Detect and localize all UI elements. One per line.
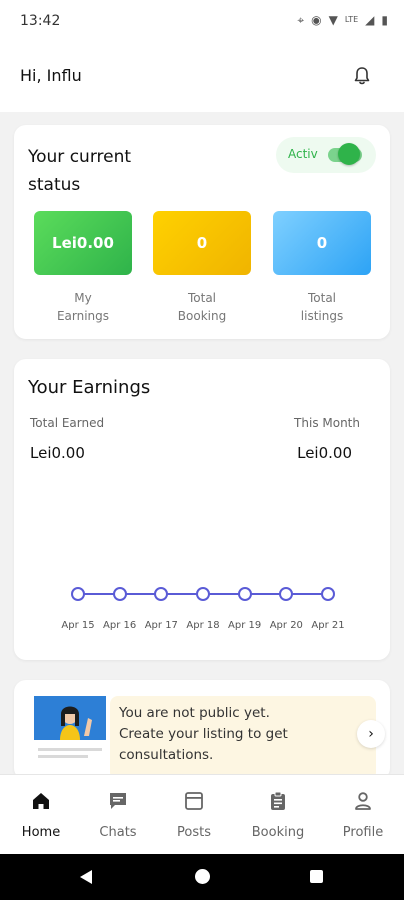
stat-earnings-tile[interactable]: Lei0.00: [34, 211, 132, 275]
this-month-label: This Month: [294, 416, 360, 430]
current-status-card: Your current status Activ Lei0.00 0 0 My…: [14, 125, 390, 339]
chart-tick-label: Apr 17: [144, 620, 178, 631]
booking-icon: [271, 791, 285, 810]
greeting: Hi, Influ: [20, 66, 82, 85]
chart-point: [154, 587, 169, 601]
bell-icon[interactable]: [350, 64, 374, 88]
caption-line: listings: [300, 309, 344, 323]
back-icon[interactable]: [78, 869, 94, 885]
chart-point: [112, 587, 127, 601]
active-toggle[interactable]: Activ: [276, 137, 376, 173]
nav-booking[interactable]: Booking: [243, 789, 313, 840]
status-time: 13:42: [20, 13, 61, 29]
wifi-icon: ▼: [328, 13, 338, 27]
nav-chats[interactable]: Chats: [83, 789, 153, 840]
caption-line: Booking: [177, 309, 227, 323]
promo-line: Create your listing to get: [119, 726, 288, 742]
chart-tick-label: Apr 16: [103, 620, 137, 631]
toggle-knob[interactable]: [338, 143, 360, 165]
stat-listings-tile[interactable]: 0: [273, 211, 371, 275]
profile-icon: [355, 792, 371, 810]
battery-icon: ▮: [381, 13, 388, 27]
eye-icon: ◉: [311, 13, 322, 27]
caption-line: Total: [187, 291, 217, 305]
chart-point: [71, 587, 85, 601]
stat-booking-caption: Total Booking: [153, 289, 251, 325]
chart-tick-label: Apr 19: [228, 620, 262, 631]
network-type: LTE: [344, 15, 359, 24]
promo-card[interactable]: You are not public yet. Create your list…: [14, 680, 390, 780]
signal-icon: ◢: [365, 13, 375, 27]
caption-line: Earnings: [56, 309, 110, 323]
system-nav-bar: [0, 854, 404, 900]
chart-point: [196, 587, 210, 601]
caption-line: My: [74, 291, 92, 305]
stat-earnings-caption: My Earnings: [34, 289, 132, 325]
current-status-title: Your current status: [28, 147, 132, 195]
nav-label: Home: [21, 825, 61, 840]
nav-home[interactable]: Home: [6, 789, 76, 840]
location-icon: ⌖: [297, 13, 305, 27]
recents-icon[interactable]: [310, 870, 323, 883]
nav-label: Posts: [177, 825, 211, 840]
chart-point: [321, 587, 335, 601]
earnings-title: Your Earnings: [28, 377, 151, 398]
status-icons: ⌖ ◉ ▼ LTE ◢ ▮: [297, 12, 388, 28]
earnings-card: Your Earnings Total Earned Lei0.00 This …: [14, 359, 390, 660]
home-icon: [33, 793, 49, 809]
total-earned-value: Lei0.00: [30, 444, 85, 462]
chevron-right-icon[interactable]: ›: [357, 720, 385, 748]
promo-illustration: [34, 696, 106, 768]
stat-booking-tile[interactable]: 0: [153, 211, 251, 275]
earnings-chart: Apr 15 Apr 16 Apr 17 Apr 18 Apr 19 Apr 20 Apr …: [14, 569, 390, 639]
total-earned-label: Total Earned: [30, 416, 105, 430]
status-bar: 13:42 ⌖ ◉ ▼ LTE ◢ ▮: [0, 0, 404, 44]
nav-label: Booking: [251, 825, 305, 840]
chart-tick-label: Apr 20: [269, 620, 303, 631]
posts-icon: [185, 792, 203, 810]
nav-posts[interactable]: Posts: [159, 789, 229, 840]
chart-tick-label: Apr 18: [186, 620, 220, 631]
chat-icon: [110, 793, 126, 809]
promo-text: You are not public yet. Create your list…: [119, 703, 319, 766]
app-header: Hi, Influ: [0, 44, 404, 112]
this-month-value: Lei0.00: [297, 444, 352, 462]
home-button-icon[interactable]: [195, 869, 210, 884]
nav-profile[interactable]: Profile: [328, 789, 398, 840]
stat-listings-caption: Total listings: [273, 289, 371, 325]
nav-label: Profile: [342, 825, 384, 840]
chart-point: [279, 587, 294, 601]
bottom-nav: Home Chats Posts Booking Profile: [0, 774, 404, 854]
nav-label: Chats: [99, 825, 137, 840]
promo-line: You are not public yet.: [119, 705, 270, 721]
chart-tick-label: Apr 15: [61, 620, 95, 631]
promo-line: consultations.: [119, 747, 214, 763]
chart-point: [237, 587, 252, 601]
caption-line: Total: [307, 291, 337, 305]
active-toggle-label: Activ: [288, 147, 318, 161]
chart-tick-label: Apr 21: [311, 620, 345, 631]
